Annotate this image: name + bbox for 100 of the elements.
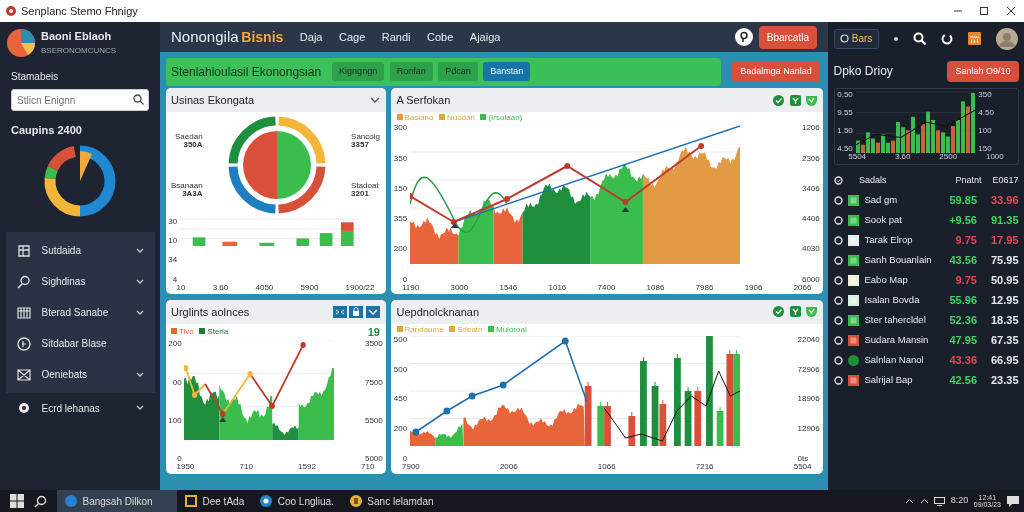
panel-title: Dpko Drioy bbox=[833, 63, 893, 81]
axis-tick: 3406 bbox=[801, 184, 820, 193]
expand-button[interactable] bbox=[332, 305, 347, 318]
date-button[interactable]: Sanlah O9/10 bbox=[947, 60, 1019, 82]
close-icon bbox=[1005, 6, 1016, 16]
data-point bbox=[300, 342, 307, 349]
sidebar-item[interactable]: Sitdabar Blase bbox=[5, 328, 155, 359]
search-icon bbox=[34, 494, 47, 508]
sidebar-item[interactable]: Ecrd lehanas bbox=[5, 392, 155, 424]
filter-button[interactable]: Banstan bbox=[483, 61, 531, 82]
radio-button[interactable] bbox=[833, 376, 843, 385]
radio-button[interactable] bbox=[833, 296, 843, 305]
table-cell-text: +9.56 bbox=[948, 213, 977, 229]
table-cell-text: 91.35 bbox=[989, 213, 1019, 229]
nav-link[interactable]: Ajaiga bbox=[469, 28, 501, 46]
banner-title: Stenlahloulasil Ekonongsian bbox=[171, 63, 322, 81]
filter-button[interactable]: Pdcan bbox=[438, 61, 478, 82]
filter-button[interactable]: Ronfan bbox=[389, 61, 433, 82]
sidebar-item[interactable]: Sighdinas bbox=[5, 266, 155, 297]
pie-slice bbox=[276, 131, 311, 199]
axis-label: 710 bbox=[361, 463, 375, 471]
axis-label: 3.60 bbox=[212, 283, 229, 292]
axis-tick: 12906 bbox=[797, 425, 820, 434]
axis-tick: 2306 bbox=[801, 154, 820, 163]
axis-label: 5900 bbox=[300, 283, 319, 292]
triangle-marker bbox=[621, 207, 630, 213]
table-cell-text: Salnlan Nanol bbox=[864, 353, 925, 368]
legend-item: Baslano bbox=[396, 112, 434, 125]
axis-tick: 150 bbox=[393, 184, 408, 193]
axis-label: 5504 bbox=[793, 463, 812, 471]
app-icon bbox=[349, 495, 362, 507]
table-cell-text: Sad gm bbox=[864, 193, 899, 208]
search-icon bbox=[16, 274, 31, 289]
lock-button[interactable] bbox=[349, 305, 364, 318]
axis-tick: 500 bbox=[393, 365, 408, 374]
radio-button[interactable] bbox=[833, 336, 843, 345]
table-cell-text: 42.56 bbox=[948, 373, 977, 389]
sidebar-item[interactable]: Oeniebats bbox=[5, 359, 155, 390]
bars-button[interactable]: Bars bbox=[833, 28, 879, 49]
data-point bbox=[499, 381, 507, 389]
axis-tick: 0 bbox=[401, 455, 408, 463]
monitor-icon bbox=[934, 496, 946, 506]
sidebar-item[interactable]: Sutdaida bbox=[5, 235, 155, 266]
taskbar-item[interactable]: Dee tAda bbox=[177, 490, 253, 512]
chevron-icon bbox=[135, 405, 144, 412]
axis-label: 5504 bbox=[848, 153, 867, 162]
count-label: 19 bbox=[367, 324, 380, 340]
action-button[interactable]: Badalmga Nanlad bbox=[732, 60, 820, 83]
axis-tick: 22040 bbox=[797, 335, 820, 344]
legend-item: Nuodan bbox=[438, 112, 475, 125]
radio-button[interactable] bbox=[833, 316, 843, 325]
data-point bbox=[269, 403, 276, 410]
table-cell-text: 43.56 bbox=[948, 253, 977, 269]
badge-icon bbox=[789, 94, 801, 106]
ring-label: Saedan bbox=[174, 132, 203, 141]
axis-label: 4050 bbox=[255, 283, 274, 292]
nav-link[interactable]: Daja bbox=[299, 28, 323, 46]
table-cell-text: 47.95 bbox=[948, 333, 977, 349]
filter-button[interactable]: Kigngngn bbox=[332, 61, 385, 82]
table-cell-text: Ster tahercldel bbox=[864, 313, 927, 328]
ring-value: 3357 bbox=[351, 140, 369, 149]
sidebar-item[interactable]: Bterad Sanabe bbox=[5, 297, 155, 328]
brand-title: Nonongila bbox=[171, 27, 239, 45]
gear-icon bbox=[16, 401, 31, 416]
notification-icon bbox=[1006, 495, 1019, 507]
radio-button[interactable] bbox=[833, 356, 843, 365]
axis-tick: 5000 bbox=[364, 455, 383, 463]
check-icon bbox=[773, 94, 784, 106]
donut-segment bbox=[277, 166, 326, 214]
radio-button[interactable] bbox=[833, 196, 843, 205]
axis-label: 10 bbox=[176, 283, 186, 292]
taskbar-item[interactable]: Bangsah Dilkon bbox=[57, 490, 177, 512]
chevron-icon bbox=[135, 309, 144, 316]
table-cell-text: 66.95 bbox=[989, 353, 1019, 369]
radio-button[interactable] bbox=[833, 236, 843, 245]
nav-link[interactable]: Cage bbox=[338, 28, 366, 46]
legend-item: (Irsolaan) bbox=[480, 112, 523, 125]
radio-button[interactable] bbox=[833, 256, 843, 265]
taskbar-item[interactable]: Coo Lngliua. bbox=[252, 490, 342, 512]
nav-link[interactable]: Randi bbox=[381, 28, 411, 46]
taskbar-item[interactable]: Sanc lelamdan bbox=[341, 490, 442, 512]
chevron-icon bbox=[135, 278, 144, 285]
table-cell-text: 50.95 bbox=[989, 273, 1019, 289]
radio-button[interactable] bbox=[833, 216, 843, 225]
ring-value: 3A3A bbox=[181, 189, 203, 198]
candle bbox=[694, 386, 702, 446]
nav-link[interactable]: Cobe bbox=[427, 28, 454, 46]
search-icon bbox=[133, 94, 144, 105]
data-point bbox=[468, 392, 476, 400]
legend-item: Tivo bbox=[171, 326, 194, 338]
data-point bbox=[247, 371, 254, 378]
bar bbox=[259, 242, 275, 246]
search-field[interactable]: Stlicn Enignn bbox=[11, 89, 149, 111]
axis-label: 1190 bbox=[402, 283, 420, 292]
circle-icon bbox=[16, 336, 31, 351]
dropdown-button[interactable] bbox=[366, 305, 380, 318]
header-button[interactable]: Bbarcatla bbox=[758, 25, 817, 49]
globe-icon bbox=[65, 495, 77, 507]
radio-button[interactable] bbox=[833, 276, 843, 285]
data-point bbox=[184, 365, 189, 372]
